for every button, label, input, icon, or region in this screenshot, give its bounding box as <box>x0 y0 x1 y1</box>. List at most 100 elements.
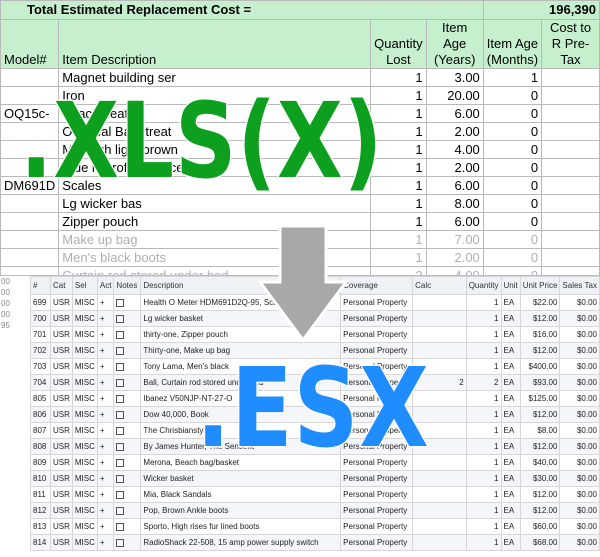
grid-cell[interactable] <box>412 454 467 471</box>
grid-cell[interactable]: Personal Property <box>340 470 414 487</box>
grid-cell[interactable]: 702 <box>30 342 51 359</box>
cell-description[interactable]: Blue microfiber office <box>58 158 372 177</box>
grid-cell[interactable]: Personal Property <box>340 406 414 423</box>
grid-cell[interactable]: MISC <box>71 502 98 519</box>
grid-cell[interactable]: + <box>96 342 115 359</box>
note-checkbox-icon[interactable] <box>116 362 125 371</box>
cell-description[interactable]: Zipper pouch <box>58 212 372 231</box>
grid-cell[interactable]: USR <box>49 518 73 535</box>
table-row[interactable]: 701 USR MISC + thirty-one, Zipper pouch Perso… <box>30 326 600 343</box>
grid-header-cell[interactable]: Coverage <box>340 276 414 295</box>
grid-cell[interactable]: 1 <box>465 502 502 519</box>
grid-cell[interactable]: $400.00 <box>519 358 561 375</box>
table-row[interactable]: 809 USR MISC + Merona, Beach bag/basket Perso… <box>30 454 600 471</box>
cell-age-years[interactable]: 2.00 <box>425 248 484 267</box>
header-description[interactable]: Item Description <box>58 19 372 69</box>
cell-quantity[interactable]: 1 <box>370 122 427 141</box>
grid-cell[interactable]: $12.00 <box>519 502 561 519</box>
grid-cell[interactable]: $0.00 <box>559 534 600 551</box>
cell-quantity[interactable]: 1 <box>370 176 427 195</box>
table-row[interactable]: 703 USR MISC + Tony Lama, Men's black Persona… <box>30 358 600 375</box>
grid-cell[interactable]: 1 <box>465 390 502 407</box>
grid-cell[interactable]: By James Hunter, The Sentient <box>140 438 342 455</box>
grid-cell[interactable]: EA <box>500 374 521 391</box>
note-checkbox-icon[interactable] <box>116 410 125 419</box>
notes-cell[interactable] <box>113 406 142 423</box>
grid-cell[interactable]: $0.00 <box>559 310 600 327</box>
grid-cell[interactable]: MISC <box>71 294 98 311</box>
grid-cell[interactable]: 1 <box>465 294 502 311</box>
grid-cell[interactable]: 1 <box>465 518 502 535</box>
note-checkbox-icon[interactable] <box>116 522 125 531</box>
grid-cell[interactable]: $0.00 <box>559 294 600 311</box>
grid-cell[interactable]: Mia, Black Sandals <box>140 486 342 503</box>
grid-cell[interactable]: $22.00 <box>519 294 561 311</box>
grid-cell[interactable]: MISC <box>71 486 98 503</box>
grid-header-cell[interactable]: Unit <box>500 276 521 295</box>
grid-cell[interactable]: Wicker basket <box>140 470 342 487</box>
note-checkbox-icon[interactable] <box>116 314 125 323</box>
grid-cell[interactable]: USR <box>49 534 73 551</box>
grid-cell[interactable]: USR <box>49 374 73 391</box>
cell-quantity[interactable]: 1 <box>370 158 427 177</box>
grid-cell[interactable]: EA <box>500 326 521 343</box>
notes-cell[interactable] <box>113 294 142 311</box>
grid-cell[interactable]: Personal Property <box>340 310 414 327</box>
grid-cell[interactable]: $0.00 <box>559 438 600 455</box>
note-checkbox-icon[interactable] <box>116 474 125 483</box>
grid-cell[interactable]: Personal Property <box>340 438 414 455</box>
cell-cost[interactable] <box>541 248 600 267</box>
grid-cell[interactable]: $0.00 <box>559 406 600 423</box>
grid-cell[interactable]: $0.00 <box>559 374 600 391</box>
cell-cost[interactable] <box>541 140 600 159</box>
cell-description[interactable]: Magnet building ser <box>58 68 372 87</box>
grid-cell[interactable]: 813 <box>30 518 51 535</box>
grid-cell[interactable]: 1 <box>465 454 502 471</box>
grid-cell[interactable]: $0.00 <box>559 358 600 375</box>
grid-cell[interactable]: MISC <box>71 374 98 391</box>
notes-cell[interactable] <box>113 470 142 487</box>
grid-cell[interactable]: EA <box>500 454 521 471</box>
grid-cell[interactable]: Thirty-one, Make up bag <box>140 342 342 359</box>
table-row[interactable]: 814 USR MISC + RadioShack 22-508, 15 amp pow… <box>30 534 600 551</box>
table-row[interactable]: 810 USR MISC + Wicker basket Personal Propert… <box>30 470 600 487</box>
grid-cell[interactable]: $0.00 <box>559 502 600 519</box>
grid-cell[interactable]: 1 <box>465 534 502 551</box>
cell-cost[interactable] <box>541 158 600 177</box>
grid-cell[interactable]: Ibanez V50NJP-NT-27-O <box>140 390 342 407</box>
cell-quantity[interactable]: 1 <box>370 248 427 267</box>
grid-cell[interactable]: + <box>96 294 115 311</box>
grid-header-cell[interactable]: Unit Price <box>519 276 561 295</box>
grid-cell[interactable]: MISC <box>71 406 98 423</box>
grid-cell[interactable]: $0.00 <box>559 390 600 407</box>
cell-model[interactable] <box>0 230 60 249</box>
header-cost[interactable]: Cost to R Pre-Tax <box>541 19 600 69</box>
grid-cell[interactable]: 812 <box>30 502 51 519</box>
grid-cell[interactable]: MISC <box>71 390 98 407</box>
grid-cell[interactable]: Personal Property <box>340 390 414 407</box>
grid-cell[interactable]: $0.00 <box>559 518 600 535</box>
grid-cell[interactable]: $8.00 <box>519 422 561 439</box>
notes-cell[interactable] <box>113 342 142 359</box>
grid-cell[interactable]: + <box>96 486 115 503</box>
grid-cell[interactable]: $30.00 <box>519 470 561 487</box>
note-checkbox-icon[interactable] <box>116 378 125 387</box>
grid-cell[interactable]: EA <box>500 310 521 327</box>
cell-cost[interactable] <box>541 176 600 195</box>
grid-cell[interactable]: + <box>96 518 115 535</box>
cell-cost[interactable] <box>541 230 600 249</box>
cell-age-months[interactable]: 0 <box>482 140 543 159</box>
grid-cell[interactable]: thirty-one, Zipper pouch <box>140 326 342 343</box>
notes-cell[interactable] <box>113 358 142 375</box>
table-row[interactable]: 805 USR MISC + Ibanez V50NJP-NT-27-O Personal… <box>30 390 600 407</box>
grid-cell[interactable]: $12.00 <box>519 406 561 423</box>
grid-cell[interactable]: + <box>96 326 115 343</box>
grid-cell[interactable]: Bali, Curtain rod stored under bed <box>140 374 342 391</box>
grid-cell[interactable]: Personal Property <box>340 486 414 503</box>
grid-cell[interactable]: 701 <box>30 326 51 343</box>
notes-cell[interactable] <box>113 326 142 343</box>
grid-cell[interactable]: $0.00 <box>559 454 600 471</box>
grid-cell[interactable]: EA <box>500 486 521 503</box>
grid-cell[interactable]: USR <box>49 390 73 407</box>
grid-header-cell[interactable]: Description <box>140 276 342 295</box>
